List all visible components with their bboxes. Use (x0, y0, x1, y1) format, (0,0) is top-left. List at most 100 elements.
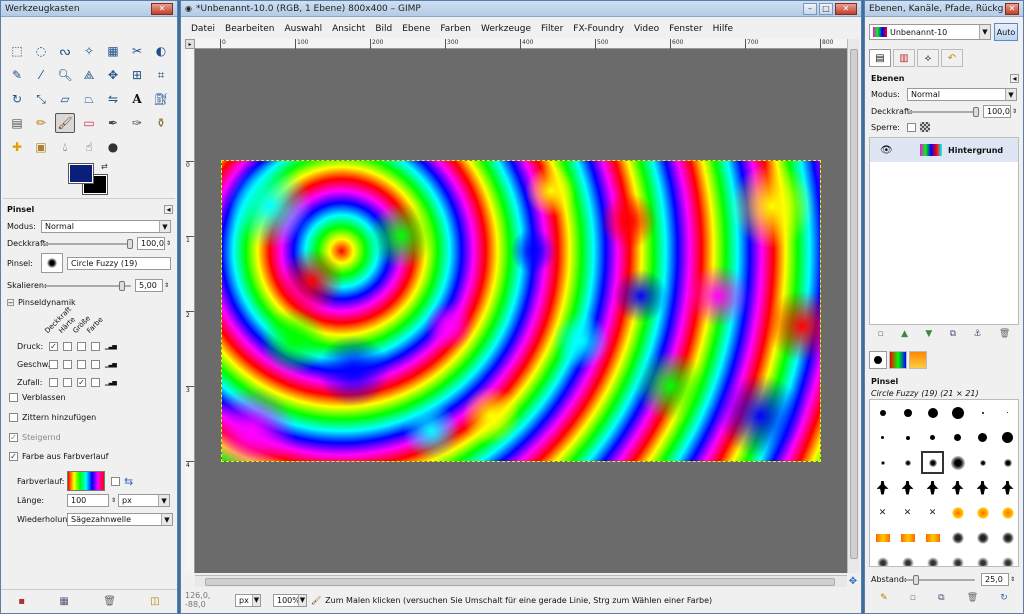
image-canvas[interactable] (221, 160, 821, 462)
brush-item[interactable] (920, 525, 945, 550)
brush-item[interactable] (920, 400, 945, 425)
brush-item[interactable]: ✕ (870, 500, 895, 525)
tab-channels[interactable]: ▥ (893, 49, 915, 67)
brush-item[interactable] (920, 425, 945, 450)
brush-item[interactable] (945, 450, 970, 475)
vertical-scrollbar[interactable] (847, 39, 859, 573)
skalieren-slider[interactable] (41, 280, 131, 291)
dyn-checkbox[interactable] (91, 342, 100, 351)
ink-icon[interactable]: ✑ (127, 113, 147, 133)
brush-preview[interactable] (41, 253, 63, 273)
dock-titlebar[interactable]: Ebenen, Kanäle, Pfade, Rückgäng... ✕ (865, 1, 1023, 17)
spin-icon[interactable]: ⇕ (1012, 108, 1017, 115)
brush-item[interactable] (995, 450, 1018, 475)
dyn-checkbox[interactable] (63, 378, 72, 387)
menu-item[interactable]: Werkzeuge (481, 24, 531, 34)
menu-item[interactable]: Fenster (669, 24, 702, 34)
close-icon[interactable]: ✕ (1005, 2, 1019, 15)
unit-select[interactable]: px ▼ (235, 593, 261, 607)
minimize-icon[interactable]: – (803, 2, 817, 15)
layer-deckkraft-slider[interactable] (907, 106, 979, 117)
horizontal-ruler[interactable]: 0 100 200 300 400 500 600 700 800 (195, 39, 847, 49)
menu-item[interactable]: Datei (191, 24, 215, 34)
brush-item[interactable] (945, 425, 970, 450)
skalieren-input[interactable]: 5,00 (135, 279, 163, 292)
tab-layers[interactable]: ▤ (869, 49, 891, 67)
horizontal-scrollbar[interactable] (195, 575, 847, 587)
wiederholung-select[interactable]: Sägezahnwelle ▼ (67, 513, 173, 526)
brush-item[interactable] (945, 500, 970, 525)
edit-brush-icon[interactable]: ✎ (880, 593, 888, 603)
shear-icon[interactable]: ▱ (55, 89, 75, 109)
zoom-select[interactable]: 100% ▼ (273, 593, 307, 607)
duplicate-brush-icon[interactable]: ⧉ (938, 593, 944, 603)
dyn-checkbox[interactable] (91, 360, 100, 369)
crop-icon[interactable]: ⌗ (151, 65, 171, 85)
pencil-icon[interactable]: ✏ (31, 113, 51, 133)
farbe-aus-verlauf-checkbox[interactable]: ✓ (9, 452, 18, 461)
layer-deckkraft-input[interactable]: 100,0 (983, 105, 1011, 118)
brush-item[interactable] (870, 550, 895, 566)
deckkraft-input[interactable]: 100,0 (137, 237, 165, 250)
delete-options-icon[interactable]: 🗑︎ (103, 596, 116, 607)
lock-alpha-icon[interactable] (920, 122, 930, 132)
layer-row[interactable]: 👁︎ Hintergrund (870, 138, 1018, 162)
tab-brushes[interactable] (869, 351, 887, 369)
paintbrush-icon[interactable]: 🖌︎ (55, 113, 75, 133)
brush-item[interactable] (970, 475, 995, 500)
brush-item[interactable] (970, 425, 995, 450)
menu-item[interactable]: Farben (440, 24, 471, 34)
navigate-icon[interactable]: ✥ (847, 575, 859, 587)
brush-item[interactable] (970, 550, 995, 566)
brush-item[interactable] (995, 400, 1018, 425)
brush-item[interactable] (920, 475, 945, 500)
eye-icon[interactable]: 👁︎ (880, 145, 902, 156)
brush-item[interactable] (870, 425, 895, 450)
new-layer-icon[interactable]: ▫ (878, 329, 884, 339)
brush-item[interactable] (895, 525, 920, 550)
airbrush-icon[interactable]: ✒ (103, 113, 123, 133)
dyn-checkbox[interactable] (77, 342, 86, 351)
swap-icon[interactable]: ⇆ (124, 475, 133, 488)
swap-colors-icon[interactable]: ⇄ (101, 162, 108, 171)
brush-item[interactable] (995, 525, 1018, 550)
smudge-icon[interactable]: ☝ (79, 137, 99, 157)
brush-item[interactable] (895, 550, 920, 566)
raise-layer-icon[interactable]: ▲ (901, 329, 908, 339)
rect-select-icon[interactable]: ⬚ (7, 41, 27, 61)
vertical-ruler[interactable]: 0 1 2 3 4 (185, 49, 195, 573)
dyn-checkbox[interactable] (63, 360, 72, 369)
menu-item[interactable]: Ebene (402, 24, 430, 34)
brush-item[interactable] (870, 400, 895, 425)
delete-brush-icon[interactable]: 🗑︎ (967, 593, 978, 603)
maximize-icon[interactable]: □ (819, 2, 833, 15)
deckkraft-slider[interactable] (41, 238, 133, 249)
anchor-layer-icon[interactable]: ⚓︎ (973, 329, 981, 339)
foreground-color-swatch[interactable] (68, 163, 94, 184)
auto-button[interactable]: Auto (994, 23, 1018, 41)
fg-bg-colors[interactable]: ⇄ (68, 162, 113, 196)
spin-icon[interactable]: ⇕ (1010, 576, 1015, 583)
paths-icon[interactable]: ✎ (7, 65, 27, 85)
measure-icon[interactable]: ⟁ (79, 65, 99, 85)
clone-icon[interactable]: ⚱ (151, 113, 171, 133)
reset-options-icon[interactable]: ◫ (150, 596, 159, 607)
menu-item[interactable]: Ansicht (332, 24, 365, 34)
dyn-checkbox[interactable]: ✓ (77, 378, 86, 387)
modus-select[interactable]: Normal ▼ (41, 220, 171, 233)
menu-item[interactable]: Bild (375, 24, 392, 34)
brush-item[interactable] (970, 525, 995, 550)
brush-item[interactable] (920, 550, 945, 566)
dyn-checkbox[interactable] (63, 342, 72, 351)
foreground-select-icon[interactable]: ◐ (151, 41, 171, 61)
dyn-checkbox[interactable] (91, 378, 100, 387)
new-brush-icon[interactable]: ▫ (910, 593, 916, 603)
steigernd-checkbox[interactable]: ✓ (9, 433, 18, 442)
ellipse-select-icon[interactable]: ◌ (31, 41, 51, 61)
pinsel-name-field[interactable]: Circle Fuzzy (19) (67, 256, 171, 270)
brush-item[interactable] (870, 450, 895, 475)
brush-item[interactable] (895, 475, 920, 500)
close-icon[interactable]: ✕ (151, 2, 173, 15)
brush-item[interactable] (895, 425, 920, 450)
configure-tab-icon[interactable]: ◂ (1010, 74, 1019, 83)
